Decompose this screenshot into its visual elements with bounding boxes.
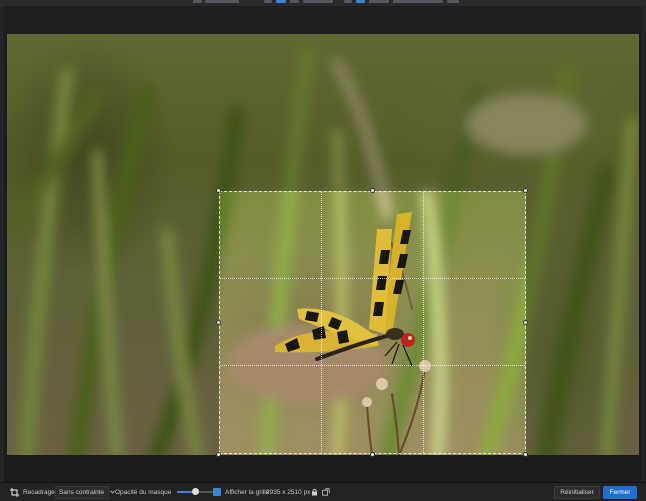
crop-frame[interactable]	[219, 191, 526, 454]
crop-label: Recadrage	[23, 488, 55, 496]
toolbar-tool-active[interactable]	[276, 0, 286, 3]
toolbar-tool[interactable]	[303, 0, 333, 3]
right-panel-edge	[641, 6, 646, 482]
crop-toolbar: Recadrage Sans contrainte Opacité du mas…	[0, 482, 646, 501]
toolbar-tool[interactable]	[193, 0, 202, 3]
close-button-wrap: Fermer	[603, 483, 637, 501]
crop-handle-bottom-right[interactable]	[523, 452, 528, 457]
swap-icon[interactable]	[322, 488, 330, 496]
crop-handle-left[interactable]	[216, 320, 221, 325]
toolbar-tool-active[interactable]	[356, 0, 365, 3]
toolbar-tool[interactable]	[344, 0, 352, 3]
crop-handle-right[interactable]	[523, 320, 528, 325]
show-grid-checkbox[interactable]	[213, 488, 221, 496]
image-canvas[interactable]	[7, 34, 639, 455]
toolbar-tool[interactable]	[369, 0, 389, 3]
crop-handle-bottom[interactable]	[370, 452, 375, 457]
crop-handle-top[interactable]	[370, 188, 375, 193]
mask-left	[7, 191, 219, 455]
dimensions-readout: 2935 x 2510 px	[266, 483, 310, 501]
crop-handle-top-right[interactable]	[523, 188, 528, 193]
close-button[interactable]: Fermer	[603, 485, 637, 499]
crop-icon	[10, 487, 19, 497]
crop-tool-label: Recadrage	[10, 483, 55, 501]
toolbar-tool[interactable]	[205, 0, 239, 3]
aspect-controls	[311, 483, 330, 501]
canvas-footer	[7, 455, 639, 482]
constraint-value: Sans contrainte	[59, 488, 105, 496]
grid-line-vertical-2	[423, 192, 424, 453]
mask-opacity-control: Opacité du masque	[115, 483, 214, 501]
mask-opacity-knob[interactable]	[192, 488, 200, 495]
mask-opacity-label: Opacité du masque	[115, 488, 172, 496]
reset-button[interactable]: Réinitialiser	[554, 485, 600, 499]
dimensions-value: 2935 x 2510 px	[266, 488, 311, 496]
canvas-header	[0, 6, 646, 34]
mask-top	[7, 34, 639, 191]
show-grid-toggle[interactable]: Afficher la grille	[213, 483, 269, 501]
grid-line-horizontal-2	[220, 365, 525, 366]
toolbar-tool[interactable]	[447, 0, 459, 3]
lock-icon[interactable]	[311, 488, 318, 496]
grid-line-vertical-1	[321, 192, 322, 453]
constraint-select[interactable]: Sans contrainte	[55, 483, 116, 501]
reset-button-wrap: Réinitialiser	[554, 483, 600, 501]
crop-handle-bottom-left[interactable]	[216, 452, 221, 457]
toolbar-tool[interactable]	[290, 0, 299, 3]
toolbar-tool[interactable]	[264, 0, 272, 3]
left-panel-edge	[0, 6, 4, 482]
show-grid-label: Afficher la grille	[225, 488, 270, 496]
mask-opacity-slider[interactable]	[177, 488, 214, 495]
toolbar-tool[interactable]	[393, 0, 443, 3]
mask-right	[526, 191, 639, 455]
crop-handle-top-left[interactable]	[216, 188, 221, 193]
grid-line-horizontal-1	[220, 278, 525, 279]
